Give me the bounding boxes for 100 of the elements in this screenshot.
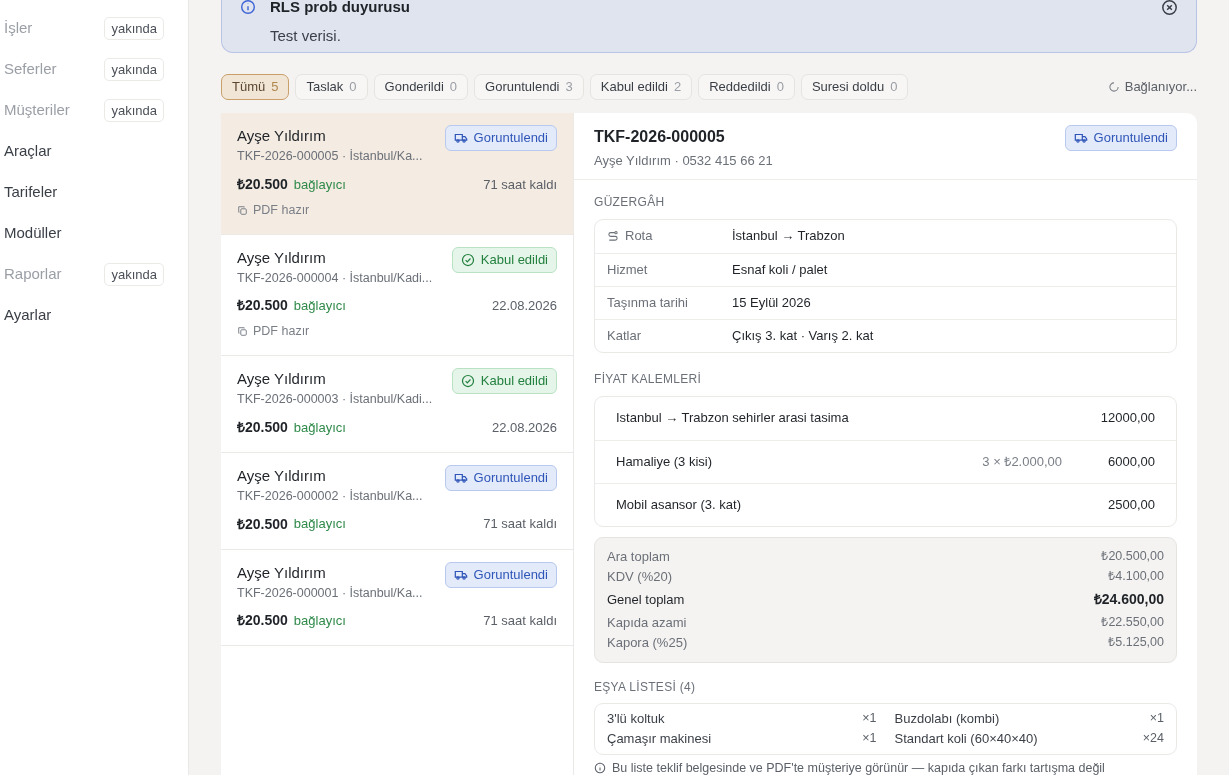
line-item-quantity: 3 × ₺2.000,00 bbox=[982, 452, 1062, 471]
line-item-amount: 2500,00 bbox=[1108, 495, 1155, 514]
item-name: Çamaşır makinesi bbox=[607, 729, 712, 748]
customer-name: Ayşe Yıldırım bbox=[237, 465, 327, 486]
filter-chip[interactable]: Taslak 0 bbox=[295, 74, 368, 100]
section-heading: EŞYA LİSTESİ (4) bbox=[594, 678, 697, 696]
filter-chip[interactable]: Gonderildi 0 bbox=[373, 74, 469, 100]
spinner-icon bbox=[1107, 81, 1120, 93]
status-badge: Goruntulendi bbox=[444, 464, 557, 491]
item-quantity: ×1 bbox=[1149, 710, 1164, 728]
quote-price: ₺20.500 bbox=[237, 174, 288, 194]
total-label: Kapora (%25) bbox=[607, 633, 688, 652]
sidebar-item[interactable]: Araçlar bbox=[4, 140, 52, 163]
total-label: Ara toplam bbox=[607, 547, 670, 566]
info-icon bbox=[240, 0, 256, 16]
coming-soon-badge: yakında bbox=[104, 57, 164, 82]
status-badge: Kabul edildi bbox=[451, 368, 557, 394]
check-circle-icon bbox=[460, 252, 475, 267]
status-badge: Goruntulendi bbox=[1064, 125, 1177, 151]
line-item-label: Mobil asansor (3. kat) bbox=[616, 495, 742, 514]
sidebar-item[interactable]: Modüller bbox=[4, 222, 62, 245]
status-badge: Goruntulendi bbox=[444, 125, 557, 151]
banner-title: RLS prob duyurusu bbox=[270, 0, 411, 17]
field-value: İstanbul → Trabzon bbox=[732, 227, 845, 246]
total-label: Kapıda azami bbox=[607, 613, 687, 632]
price-note: bağlayıcı bbox=[293, 515, 346, 534]
sidebar-item[interactable]: Tarifeler bbox=[4, 181, 58, 204]
item-name: 3'lü koltuk bbox=[607, 709, 665, 728]
document-icon bbox=[237, 326, 248, 338]
total-label: KDV (%20) bbox=[607, 567, 673, 586]
quote-deadline: 22.08.2026 bbox=[491, 418, 557, 437]
customer-name: Ayşe Yıldırım bbox=[237, 126, 327, 146]
pdf-status: PDF hazır bbox=[253, 323, 310, 341]
quote-price: ₺20.500 bbox=[237, 514, 288, 534]
sidebar-item: Müşteriler bbox=[4, 100, 70, 121]
item-quantity: ×1 bbox=[862, 710, 877, 728]
price-note: bağlayıcı bbox=[293, 297, 346, 315]
total-value: ₺20.500,00 bbox=[1101, 548, 1164, 566]
quote-subtitle: TKF-2026-000003 · İstanbul/Kadi... bbox=[237, 391, 433, 408]
filter-chip[interactable]: Goruntulendi 3 bbox=[474, 74, 584, 100]
quote-card[interactable]: Ayşe Yıldırım TKF-2026-000005 · İstanbul/Ka... Goruntulendi ₺20.500 bağlayıcı 71 saat kaldı PDF hazır bbox=[221, 113, 573, 235]
total-value: ₺22.550,00 bbox=[1101, 614, 1164, 632]
item-name: Buzdolabı (kombi) bbox=[894, 709, 1000, 728]
connection-status: Bağlanıyor... bbox=[1124, 78, 1197, 97]
filter-chip[interactable]: Reddedildi 0 bbox=[698, 74, 795, 100]
customer-name: Ayşe Yıldırım bbox=[237, 562, 327, 583]
coming-soon-badge: yakında bbox=[104, 16, 164, 41]
quote-number: TKF-2026-000005 bbox=[594, 127, 726, 147]
field-value: Esnaf koli / palet bbox=[732, 260, 828, 279]
check-circle-icon bbox=[460, 374, 475, 388]
customer-name: Ayşe Yıldırım bbox=[237, 369, 327, 389]
pdf-status: PDF hazır bbox=[253, 201, 310, 219]
coming-soon-badge: yakında bbox=[104, 262, 164, 287]
quote-subtitle: TKF-2026-000005 · İstanbul/Ka... bbox=[237, 148, 423, 165]
field-label: Hizmet bbox=[607, 260, 648, 279]
field-label: Rota bbox=[625, 227, 653, 246]
line-item-amount: 12000,00 bbox=[1100, 409, 1155, 428]
price-note: bağlayıcı bbox=[293, 612, 346, 630]
quote-deadline: 71 saat kaldı bbox=[483, 515, 557, 534]
total-value: ₺4.100,00 bbox=[1108, 568, 1164, 586]
route-icon bbox=[607, 230, 619, 242]
sidebar-item: Seferler bbox=[4, 59, 57, 80]
section-heading: FİYAT KALEMLERİ bbox=[594, 370, 703, 388]
filter-chip[interactable]: Suresi doldu 0 bbox=[800, 74, 909, 100]
field-value: Çıkış 3. kat · Varış 2. kat bbox=[732, 326, 874, 345]
status-badge: Goruntulendi bbox=[444, 561, 557, 588]
close-icon bbox=[1161, 0, 1178, 16]
banner-text: Test verisi. bbox=[269, 25, 342, 46]
item-name: Standart koli (60×40×40) bbox=[894, 729, 1038, 748]
truck-icon bbox=[1073, 131, 1088, 145]
filter-chip[interactable]: Tümü 5 bbox=[221, 74, 290, 100]
quote-price: ₺20.500 bbox=[237, 417, 288, 437]
quote-subtitle: TKF-2026-000002 · İstanbul/Ka... bbox=[237, 487, 423, 505]
sidebar-item[interactable]: Ayarlar bbox=[4, 304, 52, 327]
item-quantity: ×1 bbox=[862, 730, 877, 748]
quote-deadline: 71 saat kaldı bbox=[483, 612, 557, 630]
field-value: 15 Eylül 2026 bbox=[732, 293, 811, 312]
field-label: Taşınma tarihi bbox=[607, 293, 688, 312]
total-label: Genel toplam bbox=[607, 590, 685, 609]
total-value: ₺5.125,00 bbox=[1108, 634, 1164, 652]
sidebar-item: İşler bbox=[4, 18, 33, 39]
line-item-amount: 6000,00 bbox=[1108, 452, 1155, 471]
price-note: bağlayıcı bbox=[293, 175, 346, 194]
quote-deadline: 71 saat kaldı bbox=[483, 175, 557, 194]
list-note: Bu liste teklif belgesinde ve PDF'te müşteriye görünür — kapıda çıkan farkı tartışma değil bbox=[612, 759, 1105, 775]
line-item-label: Hamaliye (3 kisi) bbox=[616, 452, 714, 471]
quote-price: ₺20.500 bbox=[237, 611, 288, 631]
line-item-label: Istanbul → Trabzon sehirler arasi tasima bbox=[616, 409, 850, 428]
customer-contact: Ayşe Yıldırım · 0532 415 66 21 bbox=[594, 152, 773, 170]
coming-soon-badge: yakında bbox=[104, 98, 164, 123]
info-icon bbox=[594, 761, 606, 774]
quote-price: ₺20.500 bbox=[237, 296, 288, 316]
sidebar-item: Raporlar bbox=[4, 264, 62, 285]
total-value: ₺24.600,00 bbox=[1093, 590, 1164, 609]
filter-chip[interactable]: Kabul edildi 2 bbox=[589, 74, 693, 100]
item-quantity: ×24 bbox=[1142, 730, 1164, 748]
section-heading: GÜZERGÂH bbox=[594, 193, 666, 211]
document-icon bbox=[237, 204, 248, 216]
quote-subtitle: TKF-2026-000001 · İstanbul/Ka... bbox=[237, 584, 423, 602]
customer-name: Ayşe Yıldırım bbox=[237, 247, 327, 268]
